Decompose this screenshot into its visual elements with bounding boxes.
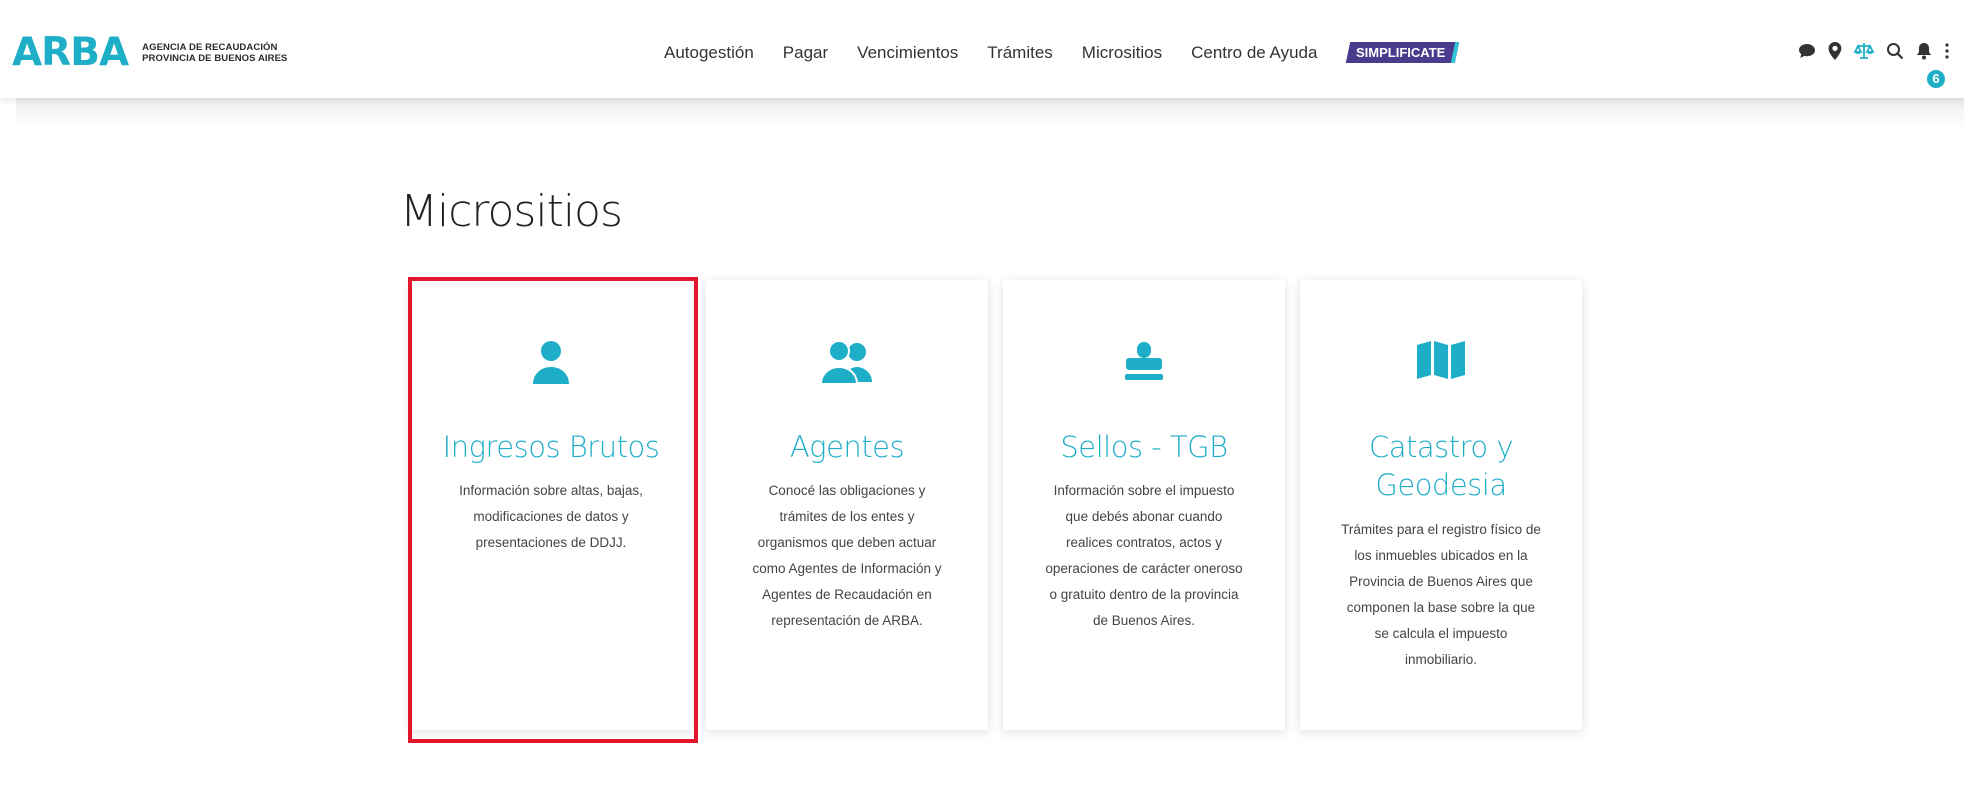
desc-line: componen la base sobre la que: [1346, 600, 1536, 615]
stamp-icon: [1003, 340, 1285, 384]
more-icon[interactable]: [1944, 43, 1950, 59]
desc-line: presentaciones de DDJJ.: [475, 535, 627, 550]
desc-line: Trámites para el registro físico de: [1341, 522, 1541, 537]
user-icon: [410, 340, 692, 384]
nav-pagar[interactable]: Pagar: [783, 43, 828, 63]
nav-autogestion[interactable]: Autogestión: [664, 43, 754, 63]
card-agentes[interactable]: Agentes Conocé las obligaciones y trámit…: [706, 280, 988, 730]
desc-line: como Agentes de Información y: [752, 561, 942, 576]
desc-line: modificaciones de datos y: [473, 509, 629, 524]
card-title: Ingresos Brutos: [442, 430, 660, 464]
desc-line: de Buenos Aires.: [1092, 613, 1196, 628]
site-header: ARBA AGENCIA DE RECAUDACIÓN PROVINCIA DE…: [0, 0, 1964, 98]
card-sellos-tgb[interactable]: Sellos - TGB Información sobre el impues…: [1003, 280, 1285, 730]
logo-subtitle: AGENCIA DE RECAUDACIÓN PROVINCIA DE BUEN…: [142, 42, 287, 64]
header-shadow: [16, 98, 1964, 128]
nav-simplificate[interactable]: SIMPLIFICATE: [1346, 42, 1460, 63]
desc-line: Provincia de Buenos Aires que: [1349, 574, 1533, 589]
card-title: Catastro y Geodesia: [1310, 428, 1572, 504]
desc-line: inmobiliario.: [1404, 652, 1478, 667]
main-nav: Autogestión Pagar Vencimientos Trámites …: [664, 42, 1460, 63]
desc-line: organismos que deben actuar: [757, 535, 937, 550]
desc-line: realices contratos, actos y: [1065, 535, 1223, 550]
nav-micrositios[interactable]: Micrositios: [1082, 43, 1162, 63]
arba-logo[interactable]: ARBA AGENCIA DE RECAUDACIÓN PROVINCIA DE…: [12, 30, 288, 76]
card-description: Trámites para el registro físico de los …: [1328, 517, 1554, 673]
logo-subtitle-line1: AGENCIA DE RECAUDACIÓN: [142, 42, 278, 53]
logo-subtitle-line2: PROVINCIA DE BUENOS AIRES: [142, 53, 288, 64]
users-icon: [706, 340, 988, 384]
logo-mark: ARBA: [12, 30, 129, 75]
card-description: Información sobre el impuesto que debés …: [1031, 478, 1257, 634]
card-catastro-geodesia[interactable]: Catastro y Geodesia Trámites para el reg…: [1300, 280, 1582, 730]
desc-line: o gratuito dentro de la provincia: [1049, 587, 1239, 602]
card-title-line: Catastro y: [1368, 430, 1514, 464]
search-icon[interactable]: [1886, 42, 1904, 60]
utility-icons: [1798, 42, 1962, 60]
desc-line: que debés abonar cuando: [1065, 509, 1223, 524]
page-title: Micrositios: [400, 186, 623, 237]
chat-icon[interactable]: [1798, 43, 1816, 59]
desc-line: los inmuebles ubicados en la: [1354, 548, 1528, 563]
notification-badge: 6: [1927, 70, 1945, 88]
simplificate-label: SIMPLIFICATE: [1356, 45, 1446, 60]
desc-line: Información sobre el impuesto: [1053, 483, 1235, 498]
map-icon: [1300, 340, 1582, 380]
card-description: Conocé las obligaciones y trámites de lo…: [734, 478, 960, 634]
nav-vencimientos[interactable]: Vencimientos: [857, 43, 958, 63]
desc-line: Conocé las obligaciones y: [768, 483, 926, 498]
card-ingresos-brutos[interactable]: Ingresos Brutos Información sobre altas,…: [410, 280, 692, 730]
desc-line: trámites de los entes y: [779, 509, 915, 524]
card-title: Sellos - TGB: [1060, 430, 1228, 464]
card-description: Información sobre altas, bajas, modifica…: [438, 478, 664, 556]
desc-line: Información sobre altas, bajas,: [459, 483, 643, 498]
desc-line: operaciones de carácter oneroso: [1045, 561, 1243, 576]
desc-line: Agentes de Recaudación en: [762, 587, 932, 602]
location-icon[interactable]: [1828, 42, 1842, 60]
bell-icon[interactable]: [1916, 42, 1932, 60]
nav-tramites[interactable]: Trámites: [987, 43, 1053, 63]
desc-line: se calcula el impuesto: [1374, 626, 1508, 641]
nav-centro-de-ayuda[interactable]: Centro de Ayuda: [1191, 43, 1317, 63]
desc-line: representación de ARBA.: [771, 613, 923, 628]
card-title: Agentes: [789, 430, 905, 464]
card-title-line: Geodesia: [1375, 468, 1507, 502]
balance-icon[interactable]: [1854, 42, 1874, 60]
